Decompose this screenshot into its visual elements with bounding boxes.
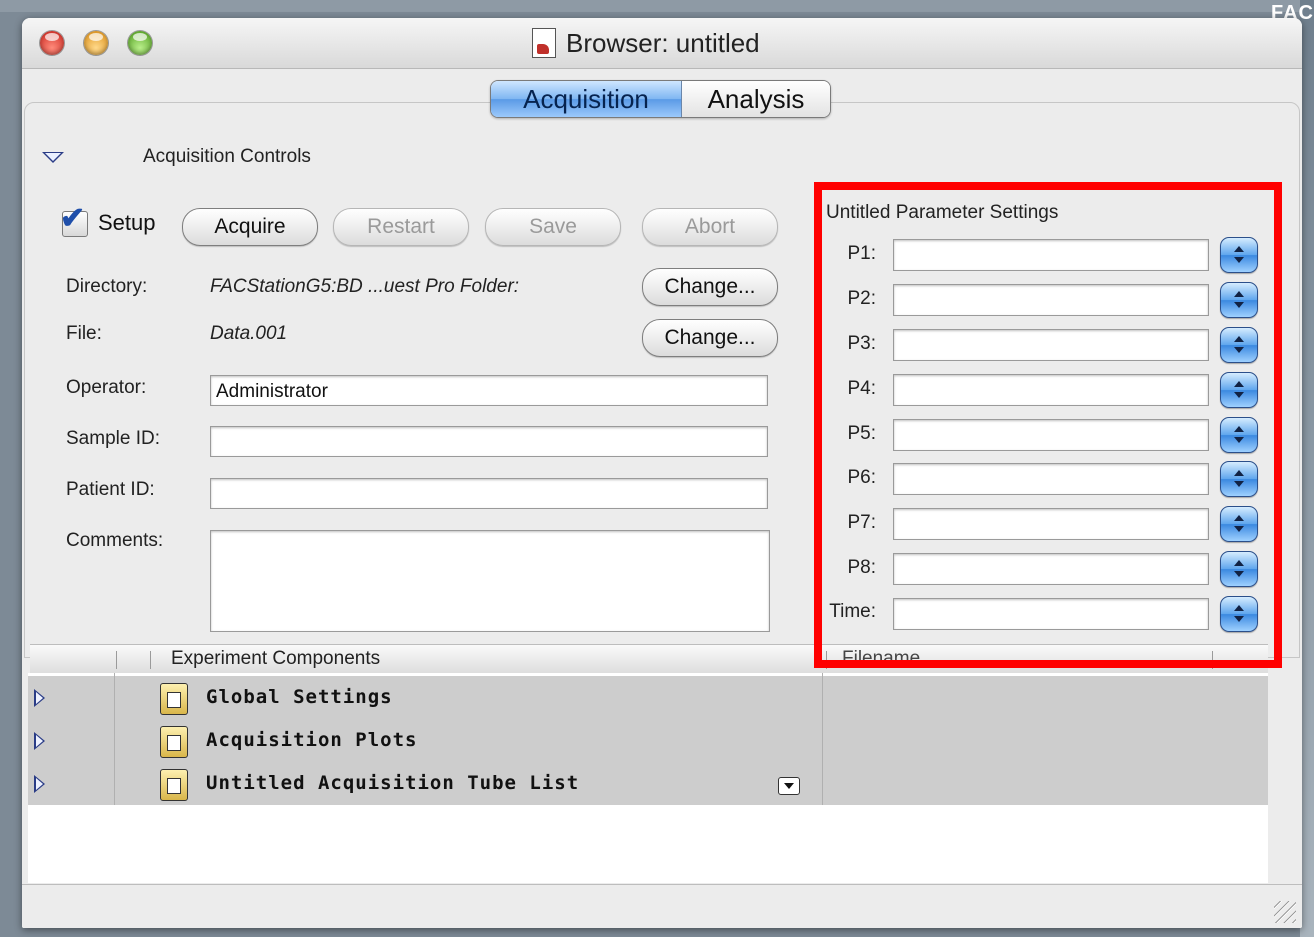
column-divider	[822, 673, 823, 805]
p4-field[interactable]	[893, 374, 1209, 406]
table-row[interactable]: Global Settings	[28, 676, 1268, 719]
tab-acquisition[interactable]: Acquisition	[491, 81, 682, 117]
row-label: Untitled Acquisition Tube List	[206, 772, 580, 794]
p5-label: P5:	[847, 423, 876, 444]
p5-field[interactable]	[893, 419, 1209, 451]
p1-stepper-icon[interactable]	[1220, 237, 1258, 273]
p1-field[interactable]	[893, 239, 1209, 271]
mode-tabs: Acquisition Analysis	[490, 80, 831, 118]
comments-label: Comments:	[66, 530, 164, 551]
global-settings-icon	[160, 683, 188, 715]
sample-id-field[interactable]	[210, 426, 768, 457]
patient-id-label: Patient ID:	[66, 479, 155, 500]
acquisition-controls-label: Acquisition Controls	[143, 146, 311, 167]
close-window-button[interactable]	[40, 31, 64, 55]
operator-label: Operator:	[66, 377, 147, 398]
p2-stepper-icon[interactable]	[1220, 282, 1258, 318]
minimize-window-button[interactable]	[84, 31, 108, 55]
directory-value: FACStationG5:BD ...uest Pro Folder:	[210, 276, 520, 297]
browser-window: Browser: untitled Acquisition Analysis A…	[22, 18, 1302, 928]
p6-label: P6:	[847, 467, 876, 488]
abort-button[interactable]: Abort	[642, 208, 778, 246]
p7-stepper-icon[interactable]	[1220, 506, 1258, 542]
row-label: Global Settings	[206, 686, 393, 708]
tube-list-icon	[160, 769, 188, 801]
table-header: Experiment Components Filename	[30, 644, 1268, 674]
p4-label: P4:	[847, 378, 876, 399]
expand-triangle-icon[interactable]	[34, 732, 45, 750]
resize-grip-icon[interactable]	[1274, 901, 1296, 923]
file-value: Data.001	[210, 323, 288, 344]
parameter-settings-title: Untitled Parameter Settings	[826, 202, 1059, 223]
experiment-components-header[interactable]: Experiment Components	[171, 648, 380, 670]
comments-field[interactable]	[210, 530, 770, 632]
file-label: File:	[66, 323, 102, 344]
p7-field[interactable]	[893, 508, 1209, 540]
setup-label: Setup	[98, 210, 156, 235]
window-title: Browser: untitled	[566, 27, 760, 58]
save-button[interactable]: Save	[485, 208, 621, 246]
header-divider[interactable]	[826, 651, 827, 669]
p8-stepper-icon[interactable]	[1220, 551, 1258, 587]
operator-field[interactable]: Administrator	[210, 375, 768, 406]
desktop-edge	[1300, 0, 1314, 937]
checkmark-icon: ✔	[60, 202, 86, 235]
row-label: Acquisition Plots	[206, 729, 418, 751]
p6-stepper-icon[interactable]	[1220, 461, 1258, 497]
time-field[interactable]	[893, 598, 1209, 630]
change-file-button[interactable]: Change...	[642, 319, 778, 357]
p5-stepper-icon[interactable]	[1220, 417, 1258, 453]
document-icon	[532, 28, 556, 58]
p8-label: P8:	[847, 557, 876, 578]
header-divider[interactable]	[116, 651, 117, 669]
p3-label: P3:	[847, 333, 876, 354]
change-directory-button[interactable]: Change...	[642, 268, 778, 306]
p7-label: P7:	[847, 512, 876, 533]
p2-field[interactable]	[893, 284, 1209, 316]
desktop-background	[0, 0, 1314, 12]
dropdown-menu-icon[interactable]	[778, 777, 800, 795]
directory-label: Directory:	[66, 276, 148, 297]
column-divider	[114, 673, 115, 805]
p8-field[interactable]	[893, 553, 1209, 585]
patient-id-field[interactable]	[210, 478, 768, 509]
expand-triangle-icon[interactable]	[34, 775, 45, 793]
table-row[interactable]: Untitled Acquisition Tube List	[28, 762, 1268, 805]
zoom-window-button[interactable]	[128, 31, 152, 55]
time-stepper-icon[interactable]	[1220, 596, 1258, 632]
tab-analysis[interactable]: Analysis	[682, 81, 830, 117]
acquire-button[interactable]: Acquire	[182, 208, 318, 246]
p3-stepper-icon[interactable]	[1220, 327, 1258, 363]
experiment-components-table: Global Settings Acquisition Plots Untitl…	[28, 673, 1268, 883]
acquisition-plots-icon	[160, 726, 188, 758]
p4-stepper-icon[interactable]	[1220, 372, 1258, 408]
header-divider[interactable]	[1212, 651, 1213, 669]
time-label: Time:	[829, 601, 876, 622]
title-bar[interactable]: Browser: untitled	[22, 18, 1302, 69]
table-row[interactable]: Acquisition Plots	[28, 719, 1268, 762]
disclosure-triangle-icon[interactable]	[42, 152, 64, 163]
window-footer	[22, 884, 1302, 928]
p2-label: P2:	[847, 288, 876, 309]
header-divider[interactable]	[150, 651, 151, 669]
p1-label: P1:	[847, 243, 876, 264]
expand-triangle-icon[interactable]	[34, 689, 45, 707]
sample-id-label: Sample ID:	[66, 428, 160, 449]
restart-button[interactable]: Restart	[333, 208, 469, 246]
p3-field[interactable]	[893, 329, 1209, 361]
p6-field[interactable]	[893, 463, 1209, 495]
filename-header[interactable]: Filename	[842, 648, 920, 670]
